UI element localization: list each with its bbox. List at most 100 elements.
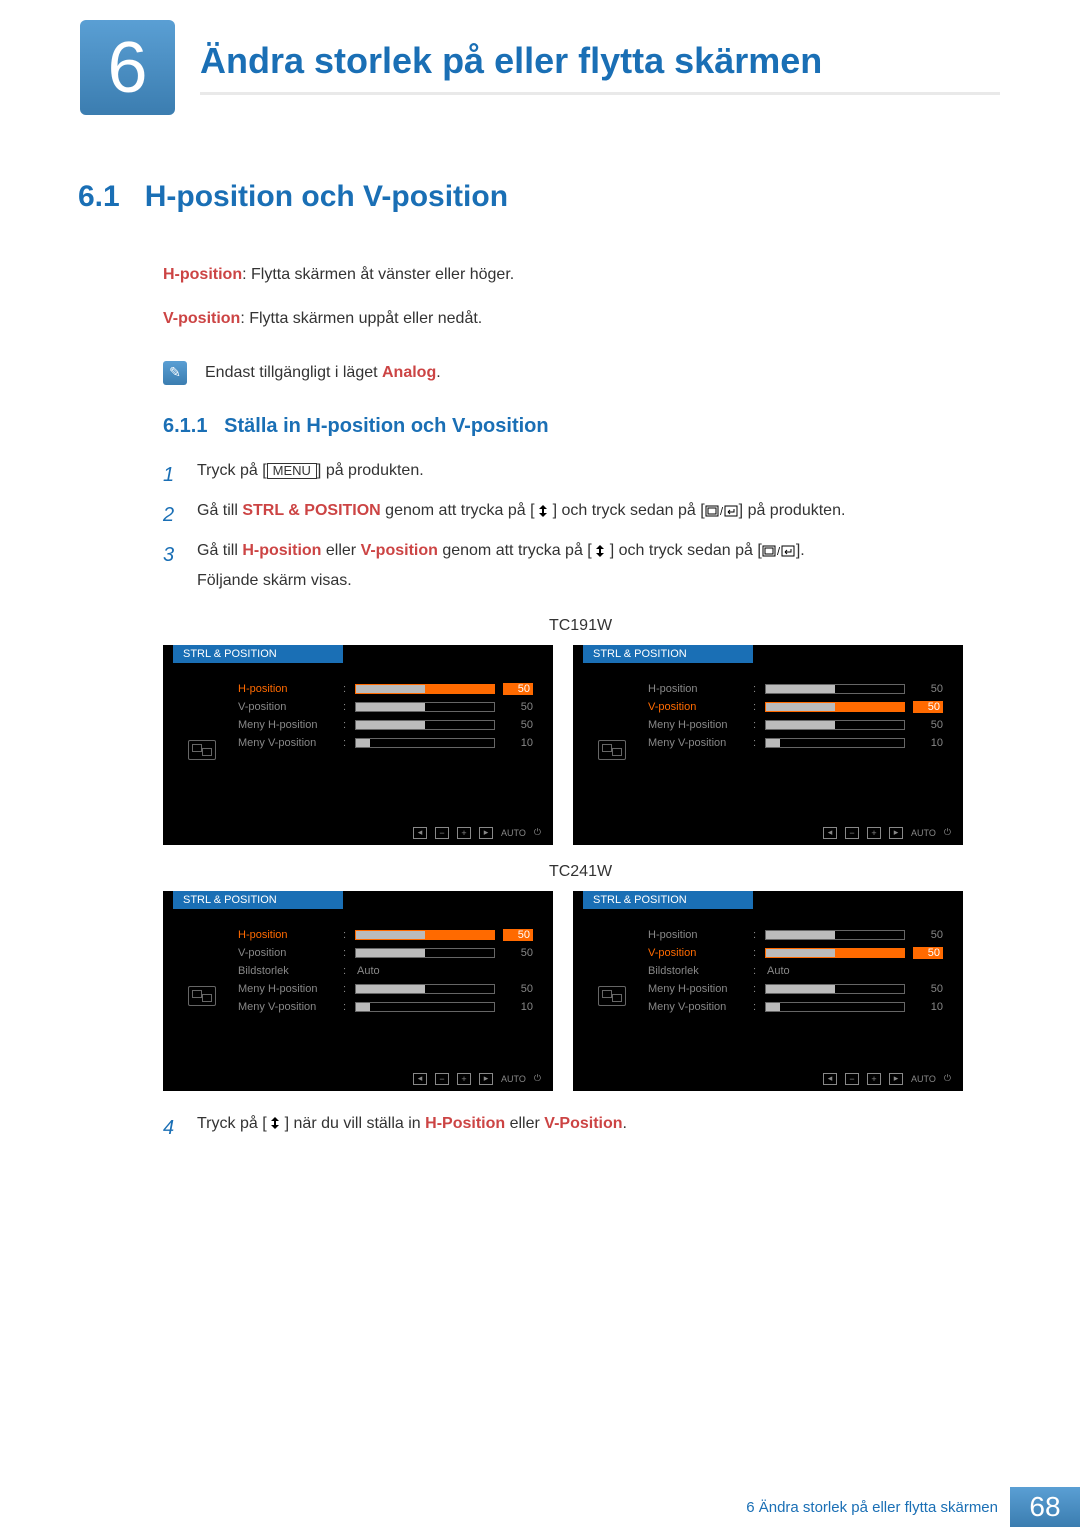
osd-auto-label: AUTO bbox=[501, 1074, 526, 1084]
osd-category-icon bbox=[598, 986, 626, 1006]
osd-slider bbox=[765, 684, 905, 694]
osd-slider-fill bbox=[356, 703, 425, 711]
note-icon bbox=[163, 361, 187, 385]
osd-item-label: Bildstorlek bbox=[648, 965, 753, 977]
menu-button-label: MENU bbox=[267, 463, 317, 479]
osd-line: V-position:50 bbox=[648, 944, 943, 962]
osd-item-label: Meny V-position bbox=[648, 1001, 753, 1013]
text: . bbox=[623, 1115, 627, 1132]
osd-value: 50 bbox=[503, 701, 533, 713]
osd-slider-fill bbox=[766, 1003, 780, 1011]
osd-line: V-position:50 bbox=[238, 698, 533, 716]
osd-line: Bildstorlek:Auto bbox=[648, 962, 943, 980]
osd-slider-fill bbox=[356, 721, 425, 729]
source-enter-icon: / bbox=[762, 544, 796, 558]
step-body: Tryck på [ ] när du vill ställa in H-Posi… bbox=[197, 1109, 998, 1147]
definition-h: H-position: Flytta skärmen åt vänster el… bbox=[163, 264, 998, 286]
osd-slider-fill bbox=[356, 931, 425, 939]
osd-power-icon: ⏻ bbox=[534, 1073, 541, 1084]
colon: : bbox=[753, 947, 765, 959]
up-down-icon bbox=[535, 505, 553, 517]
step-body: Gå till STRL & POSITION genom att trycka… bbox=[197, 496, 998, 534]
osd-value: 10 bbox=[503, 1001, 533, 1013]
osd-line: Meny V-position:10 bbox=[648, 998, 943, 1016]
colon: : bbox=[753, 1001, 765, 1013]
steps-list: 1 Tryck på [MENU] på produkten. 2 Gå til… bbox=[163, 456, 998, 597]
osd-right-icon: ▸ bbox=[479, 827, 493, 839]
osd-lines: H-position:50V-position:50Bildstorlek:Au… bbox=[648, 926, 943, 1016]
osd-category-icon bbox=[188, 986, 216, 1006]
osd-line: Meny V-position: 10 bbox=[648, 734, 943, 752]
osd-slider-fill bbox=[766, 739, 780, 747]
osd-slider bbox=[355, 930, 495, 940]
osd-footer: ◂−+▸AUTO⏻ bbox=[413, 1073, 541, 1085]
colon: : bbox=[753, 701, 765, 713]
term-h-position: H-position bbox=[163, 266, 242, 283]
osd-line: Bildstorlek:Auto bbox=[238, 962, 533, 980]
colon: : bbox=[343, 929, 355, 941]
osd-screenshots: TC191W STRL & POSITIONH-position:50V-pos… bbox=[163, 617, 998, 1091]
osd-panel: STRL & POSITION H-position:50V-position:5… bbox=[163, 891, 553, 1091]
osd-header: STRL & POSITION bbox=[173, 645, 343, 663]
osd-line: Meny H-position: 50 bbox=[648, 980, 943, 998]
footer-chapter-ref: 6 Ändra storlek på eller flytta skärmen bbox=[746, 1499, 998, 1516]
v-position-ref: V-Position bbox=[544, 1115, 622, 1132]
page-content: 6.1 H-position och V-position H-position… bbox=[78, 180, 998, 1149]
osd-auto-label: AUTO bbox=[911, 828, 936, 838]
model-label-1: TC191W bbox=[163, 617, 998, 635]
text-h-position: : Flytta skärmen åt vänster eller höger. bbox=[242, 266, 514, 283]
osd-item-label: Meny H-position bbox=[648, 983, 753, 995]
text: Gå till bbox=[197, 502, 242, 519]
osd-line: H-position:50 bbox=[238, 680, 533, 698]
step-body: Tryck på [MENU] på produkten. bbox=[197, 456, 998, 494]
h-position-ref: H-position bbox=[242, 542, 321, 559]
definition-v: V-position: Flytta skärmen uppåt eller n… bbox=[163, 308, 998, 330]
up-down-icon bbox=[267, 1117, 285, 1129]
osd-header: STRL & POSITION bbox=[173, 891, 343, 909]
osd-line: V-position:50 bbox=[238, 944, 533, 962]
osd-minus-icon: − bbox=[435, 827, 449, 839]
osd-header: STRL & POSITION bbox=[583, 645, 753, 663]
step-4: 4 Tryck på [] när du vill ställa in H-Po… bbox=[163, 1109, 998, 1147]
step-3: 3 Gå till H-position eller V-position ge… bbox=[163, 536, 998, 597]
text: Tryck på [ bbox=[197, 1115, 267, 1132]
osd-value: 10 bbox=[913, 737, 943, 749]
osd-category-icon bbox=[598, 740, 626, 760]
osd-slider-fill bbox=[766, 685, 835, 693]
osd-slider bbox=[765, 984, 905, 994]
osd-line: H-position:50 bbox=[238, 926, 533, 944]
osd-item-label: Meny V-position bbox=[648, 737, 753, 749]
osd-slider bbox=[765, 720, 905, 730]
colon: : bbox=[343, 737, 355, 749]
osd-slider bbox=[355, 684, 495, 694]
osd-panel: STRL & POSITIONH-position:50V-position:5… bbox=[573, 891, 963, 1091]
text: ] när du vill ställa in bbox=[285, 1115, 426, 1132]
page-footer: 6 Ändra storlek på eller flytta skärmen … bbox=[0, 1487, 1080, 1527]
osd-auto-label: AUTO bbox=[501, 828, 526, 838]
h-position-ref: H-Position bbox=[425, 1115, 505, 1132]
header-rule bbox=[200, 92, 1000, 95]
osd-power-icon: ⏻ bbox=[944, 827, 951, 838]
text: genom att trycka på [ bbox=[438, 542, 592, 559]
osd-power-icon: ⏻ bbox=[534, 827, 541, 838]
osd-slider bbox=[765, 1002, 905, 1012]
osd-item-label: V-position bbox=[238, 701, 343, 713]
osd-value: 50 bbox=[913, 983, 943, 995]
subsection-title: Ställa in H-position och V-position bbox=[224, 415, 548, 437]
svg-text:/: / bbox=[777, 546, 781, 558]
colon: : bbox=[343, 1001, 355, 1013]
osd-slider-fill bbox=[766, 931, 835, 939]
step-number: 1 bbox=[163, 456, 179, 494]
osd-slider bbox=[355, 738, 495, 748]
osd-value: 10 bbox=[503, 737, 533, 749]
osd-line: Meny H-position:50 bbox=[238, 716, 533, 734]
osd-item-label: Meny H-position bbox=[238, 983, 343, 995]
colon: : bbox=[753, 737, 765, 749]
osd-value: 50 bbox=[913, 683, 943, 695]
osd-slider-fill bbox=[766, 703, 835, 711]
colon: : bbox=[753, 983, 765, 995]
osd-item-label: V-position bbox=[238, 947, 343, 959]
text: eller bbox=[505, 1115, 544, 1132]
osd-slider bbox=[355, 720, 495, 730]
osd-slider bbox=[355, 702, 495, 712]
